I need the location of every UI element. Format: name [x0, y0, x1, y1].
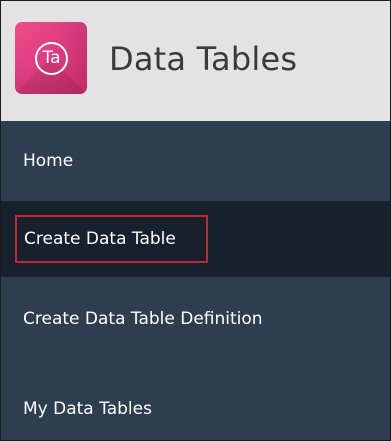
nav-item-home[interactable]: Home	[1, 121, 390, 201]
nav-item-label: My Data Tables	[23, 399, 152, 419]
nav-item-create-data-table[interactable]: Create Data Table	[1, 201, 390, 277]
nav-item-create-data-table-definition[interactable]: Create Data Table Definition	[1, 277, 390, 359]
app-header: Ta Data Tables	[1, 1, 390, 121]
nav-item-label: Create Data Table	[24, 229, 176, 249]
app-title: Data Tables	[109, 40, 298, 78]
nav-item-my-data-tables[interactable]: My Data Tables	[1, 359, 390, 440]
logo-ta-icon: Ta	[35, 42, 68, 75]
app-frame: Ta Data Tables Home Create Data Table Cr…	[0, 0, 391, 441]
nav-item-label: Home	[23, 151, 74, 171]
app-logo: Ta	[15, 22, 87, 94]
sidebar-nav: Home Create Data Table Create Data Table…	[1, 121, 390, 440]
nav-item-label: Create Data Table Definition	[23, 309, 263, 329]
